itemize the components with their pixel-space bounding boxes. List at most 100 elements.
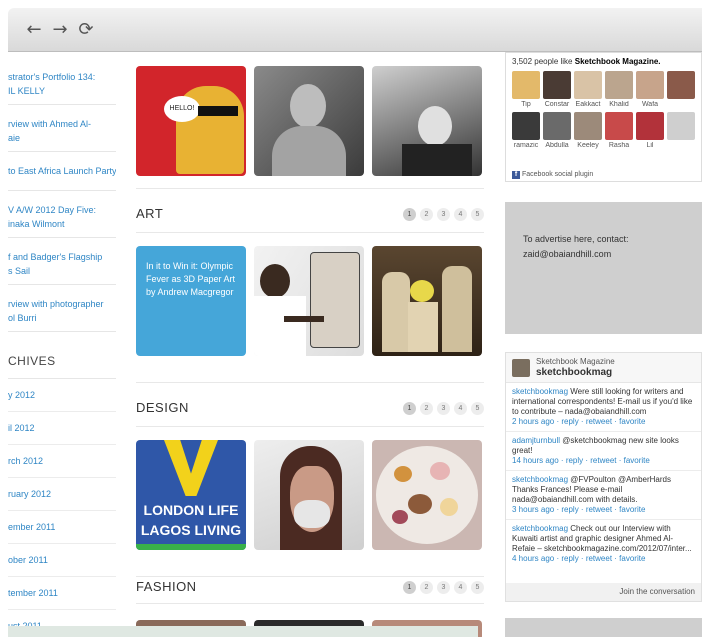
post-link[interactable]: rview with Ahmed Al-	[8, 105, 116, 131]
section-title-art: ART	[136, 206, 164, 221]
cake	[394, 466, 412, 482]
tweet-user[interactable]: adamjturnbull	[512, 436, 560, 445]
post-thumbnail[interactable]	[372, 246, 482, 356]
divider	[136, 232, 484, 233]
page-button[interactable]: 1	[403, 581, 416, 594]
like-count-text: 3,502 people like	[512, 57, 573, 66]
tweet-actions[interactable]: 2 hours ago · reply · retweet · favorite	[512, 417, 695, 427]
fan-name: Khalid	[609, 101, 629, 108]
post-thumbnail[interactable]: In it to Win it: Olympic Fever as 3D Pap…	[136, 246, 246, 356]
twitter-widget: Sketchbook Magazine sketchbookmag sketch…	[505, 352, 702, 602]
facebook-like-box: 3,502 people like Sketchbook Magazine. T…	[505, 52, 702, 182]
back-arrow-icon[interactable]: ←	[24, 20, 44, 40]
forward-arrow-icon[interactable]: →	[50, 20, 70, 40]
post-thumbnail[interactable]: LONDON LIFE LAGOS LIVING	[136, 440, 246, 550]
page-button[interactable]: 1	[403, 208, 416, 221]
fan-grid: Tip Constar Eakkact Khalid Wafa ramazic …	[512, 71, 698, 149]
fan-avatar[interactable]: Constar	[543, 71, 571, 108]
post-thumbnail[interactable]	[254, 246, 364, 356]
archives-heading: CHIVES	[8, 354, 116, 379]
tweet-user[interactable]: sketchbookmag	[512, 524, 568, 533]
tweet-user[interactable]: sketchbookmag	[512, 475, 568, 484]
fan-name: Rasha	[608, 142, 630, 149]
page-button[interactable]: 5	[471, 402, 484, 415]
post-link[interactable]: ol Burri	[8, 311, 116, 332]
tweet-actions[interactable]: 4 hours ago · reply · retweet · favorite	[512, 554, 695, 564]
post-link[interactable]: strator's Portfolio 134:	[8, 64, 116, 84]
twitter-avatar[interactable]	[512, 359, 530, 377]
pager-design: 1 2 3 4 5	[403, 402, 484, 415]
post-link[interactable]: f and Badger's Flagship	[8, 238, 116, 264]
archive-link[interactable]: ober 2011	[8, 544, 116, 577]
archive-link[interactable]: tember 2011	[8, 577, 116, 610]
yellow-v-shape	[164, 440, 218, 496]
archive-link[interactable]: rch 2012	[8, 445, 116, 478]
fan-avatar[interactable]: Khalid	[605, 71, 633, 108]
fan-avatar[interactable]: ramazic	[512, 112, 540, 149]
fan-name: ramazic	[513, 142, 539, 149]
tweet-actions[interactable]: 3 hours ago · reply · retweet · favorite	[512, 505, 695, 515]
fan-avatar[interactable]: Tip	[512, 71, 540, 108]
fan-avatar[interactable]	[667, 71, 695, 108]
right-sidebar: 3,502 people like Sketchbook Magazine. T…	[505, 52, 702, 637]
twitter-account-name: Sketchbook Magazine	[536, 357, 615, 366]
divider	[136, 188, 484, 189]
advertise-box: To advertise here, contact: zaid@obaiand…	[505, 202, 702, 334]
fan-avatar[interactable]: Lil	[636, 112, 664, 149]
post-link[interactable]: rview with photographer	[8, 285, 116, 311]
post-link[interactable]: inaka Wilmont	[8, 217, 116, 238]
reload-icon[interactable]: ⟳	[76, 20, 96, 40]
archive-link[interactable]: y 2012	[8, 379, 116, 412]
post-thumbnail[interactable]	[372, 66, 482, 176]
post-link[interactable]: s Sail	[8, 264, 116, 285]
pedestal	[408, 302, 438, 352]
archive-link[interactable]: il 2012	[8, 412, 116, 445]
section-title-design: DESIGN	[136, 400, 189, 415]
cake	[408, 494, 432, 514]
post-link[interactable]: IL KELLY	[8, 84, 116, 105]
post-link[interactable]: to East Africa Launch Party	[8, 152, 116, 191]
fan-name: Wafa	[641, 101, 659, 108]
post-thumbnail[interactable]	[372, 440, 482, 550]
fan-avatar[interactable]: Keeley	[574, 112, 602, 149]
fan-avatar[interactable]: Eakkact	[574, 71, 602, 108]
fan-avatar[interactable]	[667, 112, 695, 149]
fan-name: Tip	[521, 101, 531, 108]
post-link[interactable]: aie	[8, 131, 116, 152]
page-button[interactable]: 2	[420, 581, 433, 594]
page-button[interactable]: 4	[454, 402, 467, 415]
post-thumbnail[interactable]: HELLO!	[136, 66, 246, 176]
page-button[interactable]: 2	[420, 208, 433, 221]
join-conversation-link[interactable]: Join the conversation	[506, 583, 701, 601]
plugin-text: Facebook social plugin	[522, 171, 594, 178]
right-bottom-block	[505, 618, 702, 637]
page-button[interactable]: 3	[437, 402, 450, 415]
archive-link[interactable]: ember 2011	[8, 511, 116, 544]
twitter-handle[interactable]: sketchbookmag	[536, 367, 612, 378]
page-button[interactable]: 2	[420, 402, 433, 415]
post-thumbnail[interactable]	[254, 440, 364, 550]
fan-avatar[interactable]: Rasha	[605, 112, 633, 149]
page-button[interactable]: 4	[454, 581, 467, 594]
cover-text-line2: LAGOS LIVING	[140, 522, 242, 538]
page-button[interactable]: 4	[454, 208, 467, 221]
tweet-user[interactable]: sketchbookmag	[512, 387, 568, 396]
fan-avatar[interactable]: Wafa	[636, 71, 664, 108]
archive-link[interactable]: ruary 2012	[8, 478, 116, 511]
facebook-page-link[interactable]: Sketchbook Magazine.	[575, 57, 661, 66]
page-button[interactable]: 3	[437, 581, 450, 594]
tweet-actions[interactable]: 14 hours ago · reply · retweet · favorit…	[512, 456, 695, 466]
advertise-email[interactable]: zaid@obaiandhill.com	[523, 247, 684, 262]
pager-fashion: 1 2 3 4 5	[403, 581, 484, 594]
fan-avatar[interactable]: Abdulla	[543, 112, 571, 149]
tweet: sketchbookmag Were still looking for wri…	[506, 383, 701, 432]
tweet: sketchbookmag Check out our Interview wi…	[506, 520, 701, 568]
page-button[interactable]: 1	[403, 402, 416, 415]
page-button[interactable]: 3	[437, 208, 450, 221]
featured-post-title: In it to Win it: Olympic Fever as 3D Pap…	[146, 261, 236, 297]
page-button[interactable]: 5	[471, 581, 484, 594]
page-button[interactable]: 5	[471, 208, 484, 221]
post-thumbnail[interactable]	[254, 66, 364, 176]
post-link[interactable]: V A/W 2012 Day Five:	[8, 191, 116, 217]
portrait-body	[272, 126, 346, 176]
